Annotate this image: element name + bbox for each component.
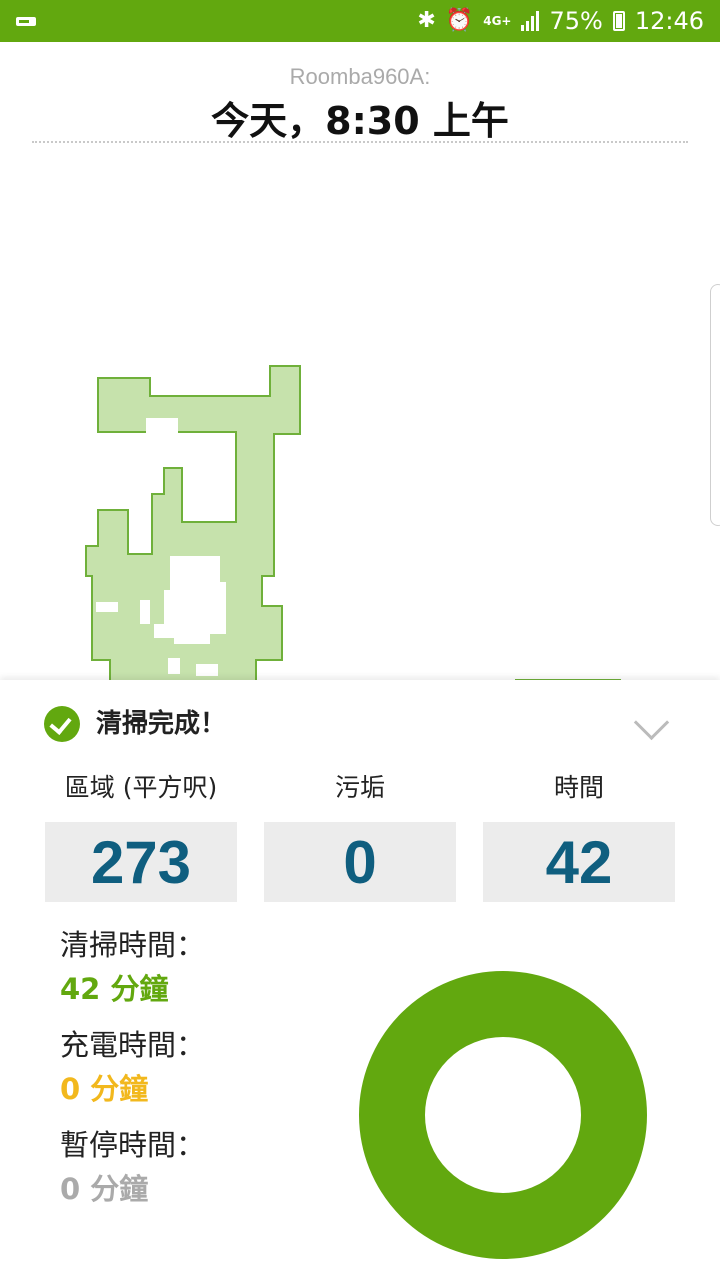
obstacle bbox=[140, 600, 150, 624]
alarm-icon: ⏰ bbox=[445, 8, 474, 33]
completion-status: 清掃完成！ bbox=[96, 709, 227, 739]
signal-icon bbox=[521, 11, 540, 31]
cleaning-time-label: 清掃時間： bbox=[60, 928, 206, 962]
stat-area-value: 273 bbox=[45, 822, 237, 902]
chevron-down-icon[interactable] bbox=[633, 704, 670, 741]
status-icons: ✱ ⏰ 4G+ 75% 12:46 bbox=[417, 0, 704, 42]
network-type: 4G+ bbox=[483, 14, 512, 28]
stat-time: 時間 42 bbox=[483, 768, 675, 902]
stat-dirt-label: 污垢 bbox=[334, 773, 385, 802]
charging-time-label: 充電時間： bbox=[60, 1028, 206, 1062]
paused-time-value: 0 分鐘 bbox=[60, 1172, 149, 1206]
charging-time-value: 0 分鐘 bbox=[60, 1072, 149, 1106]
obstacle bbox=[146, 418, 178, 446]
map-scroll-handle[interactable] bbox=[710, 284, 720, 526]
battery-percent: 75% bbox=[549, 7, 603, 35]
notification-icon bbox=[16, 17, 36, 26]
cleaning-time-value: 42 分鐘 bbox=[60, 972, 169, 1006]
donut-segment-cleaning bbox=[359, 971, 647, 1259]
stat-dirt: 污垢 0 bbox=[264, 768, 456, 902]
stat-area-label: 區域 (平方呎) bbox=[64, 773, 218, 802]
mission-summary-card: 清掃完成！ 區域 (平方呎) 273 污垢 0 時間 42 清掃時間： 42 分… bbox=[0, 680, 720, 1280]
check-icon bbox=[44, 706, 80, 742]
stat-time-label: 時間 bbox=[553, 773, 604, 802]
battery-icon bbox=[612, 11, 625, 31]
time-donut-chart bbox=[359, 971, 647, 1259]
bluetooth-icon: ✱ bbox=[417, 8, 436, 33]
mission-date: 今天，8:30 上午 bbox=[211, 99, 509, 143]
clean-map[interactable] bbox=[0, 144, 720, 684]
robot-name: Roomba960A: bbox=[289, 64, 431, 89]
map-drawing bbox=[85, 365, 621, 684]
paused-time-label: 暫停時間： bbox=[60, 1128, 206, 1162]
stat-dirt-value: 0 bbox=[264, 822, 456, 902]
obstacle bbox=[196, 664, 218, 676]
obstacle bbox=[168, 658, 180, 674]
stat-area: 區域 (平方呎) 273 bbox=[45, 768, 237, 902]
status-bar: ✱ ⏰ 4G+ 75% 12:46 bbox=[0, 0, 720, 42]
stat-time-value: 42 bbox=[483, 822, 675, 902]
clock: 12:46 bbox=[634, 7, 704, 35]
obstacle bbox=[96, 602, 118, 612]
header-divider bbox=[32, 141, 688, 143]
